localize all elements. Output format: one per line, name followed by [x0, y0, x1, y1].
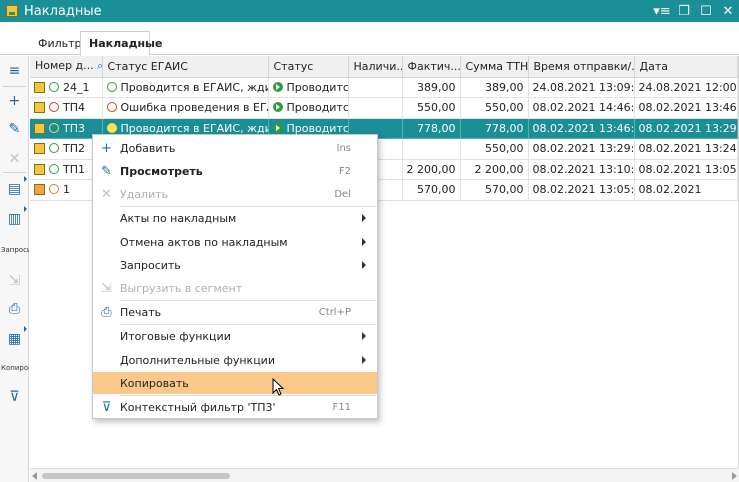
egais-pending-icon [106, 81, 117, 92]
tab-invoices[interactable]: Накладные [80, 31, 162, 56]
expand-arrow-icon[interactable] [24, 326, 27, 332]
add-icon: + [101, 140, 112, 156]
play-icon [272, 122, 283, 133]
restore-icon[interactable]: ❐ [673, 0, 695, 22]
col-number[interactable]: Номер д... ⌕ [30, 56, 103, 78]
col-availability[interactable]: Наличи... [348, 56, 403, 78]
horizontal-scrollbar[interactable] [30, 468, 739, 482]
menu-item-add[interactable]: + Добавить Ins [93, 137, 377, 159]
context-filter-icon[interactable]: ⊽ [0, 386, 29, 408]
title-bar: Накладные ▾≡ ❐ ☐ ✕ [0, 0, 739, 22]
status-ok-icon [49, 143, 59, 154]
menu-item-export-segment: ⇲ Выгрузить в сегмент [93, 277, 377, 299]
maximize-icon[interactable]: ☐ [695, 0, 717, 22]
submenu-arrow-icon [351, 261, 377, 269]
status-error-icon [49, 102, 59, 113]
menu-item-delete: ✕ Удалить Del [93, 183, 377, 205]
invoice-icon [34, 143, 45, 155]
menu-item-additional[interactable]: Дополнительные функции [93, 349, 377, 371]
request-label[interactable]: Запросить [1, 246, 29, 254]
menu-lines-icon[interactable]: ≡ [0, 60, 29, 82]
submenu-arrow-icon [351, 238, 377, 246]
table-row[interactable]: 24_1 Проводится в ЕГАИС, ждите Проводитс… [30, 77, 738, 98]
context-menu: + Добавить Ins ✎ Просмотреть F2 ✕ Удалит… [92, 134, 378, 419]
menu-item-request[interactable]: Запросить [93, 254, 377, 276]
egais-error-icon [106, 102, 117, 113]
export-icon: ⇲ [8, 273, 21, 289]
copy-label[interactable]: Копировать [1, 364, 29, 372]
scroll-right-icon[interactable] [732, 472, 737, 480]
status-ok-icon [49, 81, 59, 92]
context-filter-icon: ⊽ [101, 399, 112, 415]
scroll-thumb[interactable] [42, 473, 230, 479]
menu-item-view[interactable]: ✎ Просмотреть F2 [93, 160, 377, 182]
print-icon: ⎙ [101, 304, 112, 320]
divider [3, 172, 26, 173]
status-ok-icon [49, 122, 59, 133]
scroll-left-icon[interactable] [32, 472, 37, 480]
menu-item-totals[interactable]: Итоговые функции [93, 325, 377, 347]
submenu-arrow-icon [351, 356, 377, 364]
col-ttn-sum[interactable]: Сумма ТТН [460, 56, 529, 78]
delete-icon: ✕ [101, 186, 112, 202]
delete-icon: ✕ [8, 151, 21, 167]
invoice-icon [34, 184, 45, 196]
expand-arrow-icon[interactable] [24, 176, 27, 182]
menu-item-cancel-acts[interactable]: Отмена актов по накладным [93, 231, 377, 253]
menu-item-context-filter[interactable]: ⊽ Контекстный фильтр 'ТП3' F11 [93, 396, 377, 418]
mouse-cursor-icon [272, 378, 285, 396]
table-header: Номер д... ⌕ Статус ЕГАИС Статус Наличи.… [30, 56, 738, 78]
print-icon[interactable]: ⎙ [0, 298, 29, 320]
col-status[interactable]: Статус [268, 56, 349, 78]
tab-bar: Фильтр Накладные [0, 22, 739, 56]
menu-icon[interactable]: ▾≡ [651, 0, 673, 22]
app-icon [6, 5, 18, 17]
invoice-icon [34, 102, 45, 114]
col-actual[interactable]: Фактич... [402, 56, 461, 78]
edit-icon[interactable]: ✎ [0, 118, 29, 140]
invoice-icon [34, 81, 45, 93]
left-toolbar: ≡ + ✎ ✕ ▤ ▥ Запросить ⇲ ⎙ ▦ Копировать ⊽ [0, 56, 29, 482]
submenu-arrow-icon [351, 214, 377, 222]
status-ok-icon [49, 163, 59, 174]
window-title: Накладные [24, 3, 102, 19]
menu-item-acts[interactable]: Акты по накладным [93, 207, 377, 229]
divider [3, 86, 26, 87]
expand-arrow-icon[interactable] [24, 206, 27, 212]
add-icon[interactable]: + [0, 90, 29, 112]
status-warning-icon [49, 184, 59, 195]
export-icon: ⇲ [101, 280, 112, 296]
play-icon [272, 102, 283, 113]
menu-item-copy[interactable]: Копировать [93, 372, 377, 394]
invoice-icon [34, 163, 45, 175]
close-icon[interactable]: ✕ [717, 0, 739, 22]
col-date[interactable]: Дата [634, 56, 738, 78]
search-icon[interactable]: ⌕ [97, 59, 101, 72]
invoice-icon [34, 122, 45, 134]
submenu-arrow-icon [351, 332, 377, 340]
edit-icon: ✎ [101, 163, 112, 179]
play-icon [272, 81, 283, 92]
col-send-time[interactable]: Время отправки/... [528, 56, 635, 78]
col-egais-status[interactable]: Статус ЕГАИС [102, 56, 269, 78]
egais-pending-icon [106, 122, 117, 133]
tab-filter[interactable]: Фильтр [30, 31, 82, 55]
menu-item-print[interactable]: ⎙ Печать Ctrl+P [93, 301, 377, 323]
table-row[interactable]: ТП4 Ошибка проведения в ЕГАИС Проводится… [30, 97, 738, 119]
